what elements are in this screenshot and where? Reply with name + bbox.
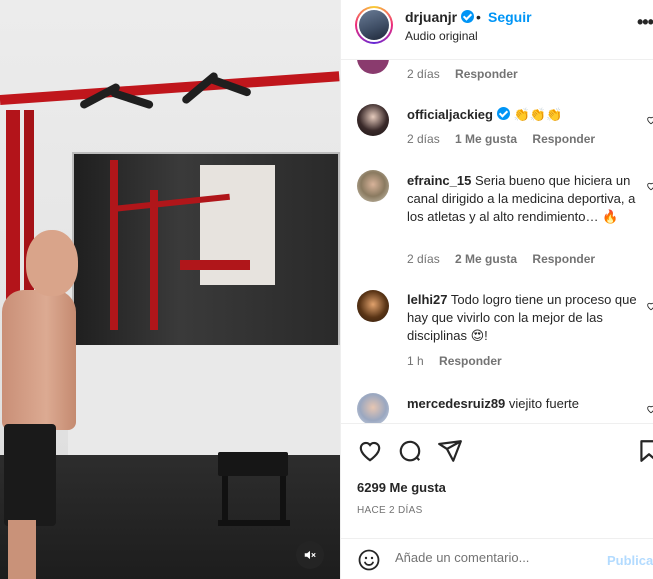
person-torso [2, 290, 76, 430]
add-comment-bar: Publicar [341, 538, 653, 579]
mirror-rack-right [150, 190, 158, 330]
emoji-icon[interactable] [357, 548, 381, 572]
comment-like-heart-icon[interactable] [646, 181, 653, 191]
mirror-seat [180, 260, 250, 270]
lower-wall [68, 345, 340, 455]
author-username[interactable]: drjuanjr [405, 9, 475, 25]
comment-avatar[interactable] [357, 60, 389, 74]
comment-avatar[interactable] [357, 393, 389, 423]
person-shorts [4, 424, 56, 526]
post-header: drjuanjr • Seguir Audio original ••• [341, 0, 653, 60]
post-sidebar: drjuanjr • Seguir Audio original ••• 2 d… [340, 0, 653, 579]
post-actions [341, 423, 653, 479]
comment-time: 2 días [407, 252, 440, 266]
comment-text: mercedesruiz89 viejito fuerte [407, 395, 637, 413]
comment-avatar[interactable] [357, 170, 389, 202]
plyo-box-base [218, 520, 290, 526]
comment-username[interactable]: officialjackieg [407, 107, 493, 122]
mirror-rack-left [110, 160, 118, 330]
mute-button[interactable] [296, 541, 324, 569]
comment-username[interactable]: lelhi27 [407, 292, 447, 307]
comment-time: 1 h [407, 354, 424, 368]
comment-text: officialjackieg 👏👏👏 [407, 106, 637, 124]
more-options-icon[interactable]: ••• [637, 12, 653, 33]
comment-like-heart-icon[interactable] [646, 301, 653, 311]
comment-username[interactable]: efrainc_15 [407, 173, 471, 188]
likes-count[interactable]: 6299 Me gusta [357, 480, 446, 495]
comment-body: 👏👏👏 [513, 107, 563, 122]
publish-button[interactable]: Publicar [607, 553, 653, 568]
comment-username[interactable]: mercedesruiz89 [407, 396, 505, 411]
follow-button[interactable]: Seguir [488, 9, 532, 25]
comment-input[interactable] [395, 550, 595, 565]
comment-like-heart-icon[interactable] [646, 404, 653, 414]
comment-like-heart-icon[interactable] [646, 115, 653, 125]
comment-time: 2 días [407, 67, 440, 81]
reply-button[interactable]: Responder [532, 132, 595, 146]
send-icon[interactable] [437, 438, 463, 464]
comment-icon[interactable] [397, 438, 423, 464]
comment-likes[interactable]: 1 Me gusta [455, 132, 517, 146]
heart-icon[interactable] [357, 438, 383, 464]
person-leg [8, 520, 36, 579]
bookmark-icon[interactable] [636, 438, 653, 464]
person-head [26, 230, 78, 296]
reply-button[interactable]: Responder [439, 354, 502, 368]
reply-button[interactable]: Responder [455, 67, 518, 81]
comment-body: viejito fuerte [508, 396, 579, 411]
post-date: HACE 2 DÍAS [357, 505, 423, 516]
verified-badge-icon [496, 107, 510, 120]
comment-avatar[interactable] [357, 104, 389, 136]
plyo-box-leg [222, 476, 228, 526]
plyo-box-leg [280, 476, 286, 526]
post-video[interactable] [0, 0, 340, 579]
audio-label[interactable]: Audio original [405, 29, 478, 43]
comment-text: efrainc_15 Seria bueno que hiciera un ca… [407, 172, 637, 226]
comment-time: 2 días [407, 132, 440, 146]
author-avatar[interactable] [355, 6, 393, 44]
plyo-box [218, 452, 288, 476]
verified-badge-icon [461, 10, 475, 23]
comment-likes[interactable]: 2 Me gusta [455, 252, 517, 266]
header-separator: • [476, 9, 481, 25]
comment-meta: 2 días 1 Me gusta Responder [407, 132, 607, 146]
comment-meta: 1 h Responder [407, 354, 514, 368]
rack-post [6, 110, 20, 300]
reply-button[interactable]: Responder [532, 252, 595, 266]
speaker-muted-icon [304, 550, 316, 560]
author-avatar-image [359, 10, 389, 40]
comment-avatar[interactable] [357, 290, 389, 322]
comment-meta: 2 días Responder [407, 67, 530, 81]
comment-text: lelhi27 Todo logro tiene un proceso que … [407, 291, 637, 345]
comment-meta: 2 días 2 Me gusta Responder [407, 252, 607, 266]
comments-list[interactable]: 2 días Responder officialjackieg 👏👏👏 2 d… [341, 60, 653, 423]
